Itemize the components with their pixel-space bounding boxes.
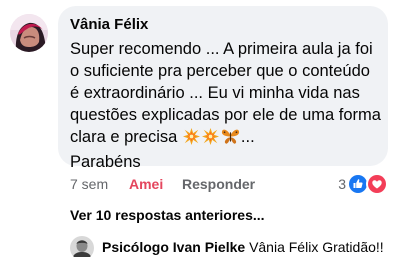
- love-reaction-icon: [366, 173, 388, 195]
- view-previous-replies-link[interactable]: Ver 10 respostas anteriores...: [70, 207, 265, 223]
- comment-text: Super recomendo ... A primeira aula ja f…: [70, 38, 382, 173]
- comment-tail: ...: [240, 128, 255, 146]
- reactions-summary[interactable]: 3: [338, 173, 388, 195]
- timestamp[interactable]: 7 sem: [70, 176, 108, 192]
- reply-preview[interactable]: Psicólogo Ivan Pielke Vânia Félix Gratid…: [102, 239, 384, 255]
- collision-icon: [182, 128, 200, 151]
- reply-author[interactable]: Psicólogo Ivan Pielke: [102, 239, 245, 255]
- avatar[interactable]: [10, 14, 48, 52]
- reaction-count: 3: [338, 176, 346, 192]
- butterfly-icon: [221, 128, 240, 151]
- comment-end: Parabéns: [70, 153, 141, 171]
- comment-thread: Vânia Félix Super recomendo ... A primei…: [0, 0, 400, 257]
- reply-button[interactable]: Responder: [182, 176, 255, 192]
- comment-bubble: Vânia Félix Super recomendo ... A primei…: [58, 6, 388, 171]
- collision-icon: [201, 128, 219, 151]
- reply-text: Vânia Félix Gratidão!!: [249, 239, 384, 255]
- comment-author[interactable]: Vânia Félix: [70, 16, 148, 33]
- reply-avatar[interactable]: [70, 236, 94, 257]
- love-button[interactable]: Amei: [129, 176, 163, 192]
